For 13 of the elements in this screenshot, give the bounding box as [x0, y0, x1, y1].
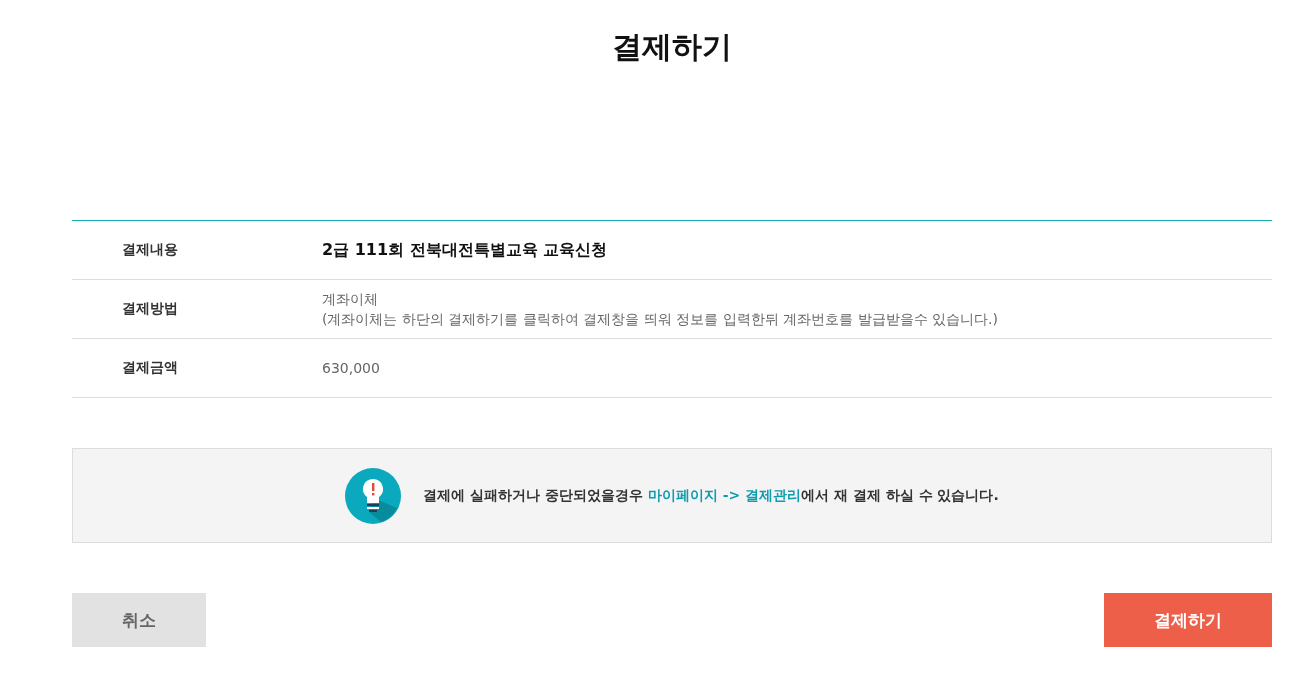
row-label: 결제내용 — [121, 241, 179, 259]
row-label: 결제금액 — [121, 359, 179, 377]
row-value: 2급 111회 전북대전특별교육 교육신청 — [322, 240, 609, 260]
lightbulb-icon — [345, 467, 402, 524]
row-value: 계좌이체 — [322, 290, 379, 309]
pay-button[interactable]: 결제하기 — [1104, 593, 1272, 647]
row-value: 630,000 — [322, 359, 381, 378]
cancel-button[interactable]: 취소 — [72, 593, 206, 647]
mypage-payment-link[interactable]: 마이페이지 -> 결제관리 — [647, 486, 802, 503]
row-label: 결제방법 — [121, 300, 179, 318]
notice-text: 결제에 실패하거나 중단되었을경우 마이페이지 -> 결제관리에서 재 결제 하실 수 있습니다. — [423, 486, 999, 505]
row-value: (계좌이체는 하단의 결제하기를 클릭하여 결제창을 띄워 정보를 입력한뒤 계좌번호를 발급받을수 있습니다.) — [322, 310, 999, 329]
page-title: 결제하기 — [611, 28, 733, 66]
